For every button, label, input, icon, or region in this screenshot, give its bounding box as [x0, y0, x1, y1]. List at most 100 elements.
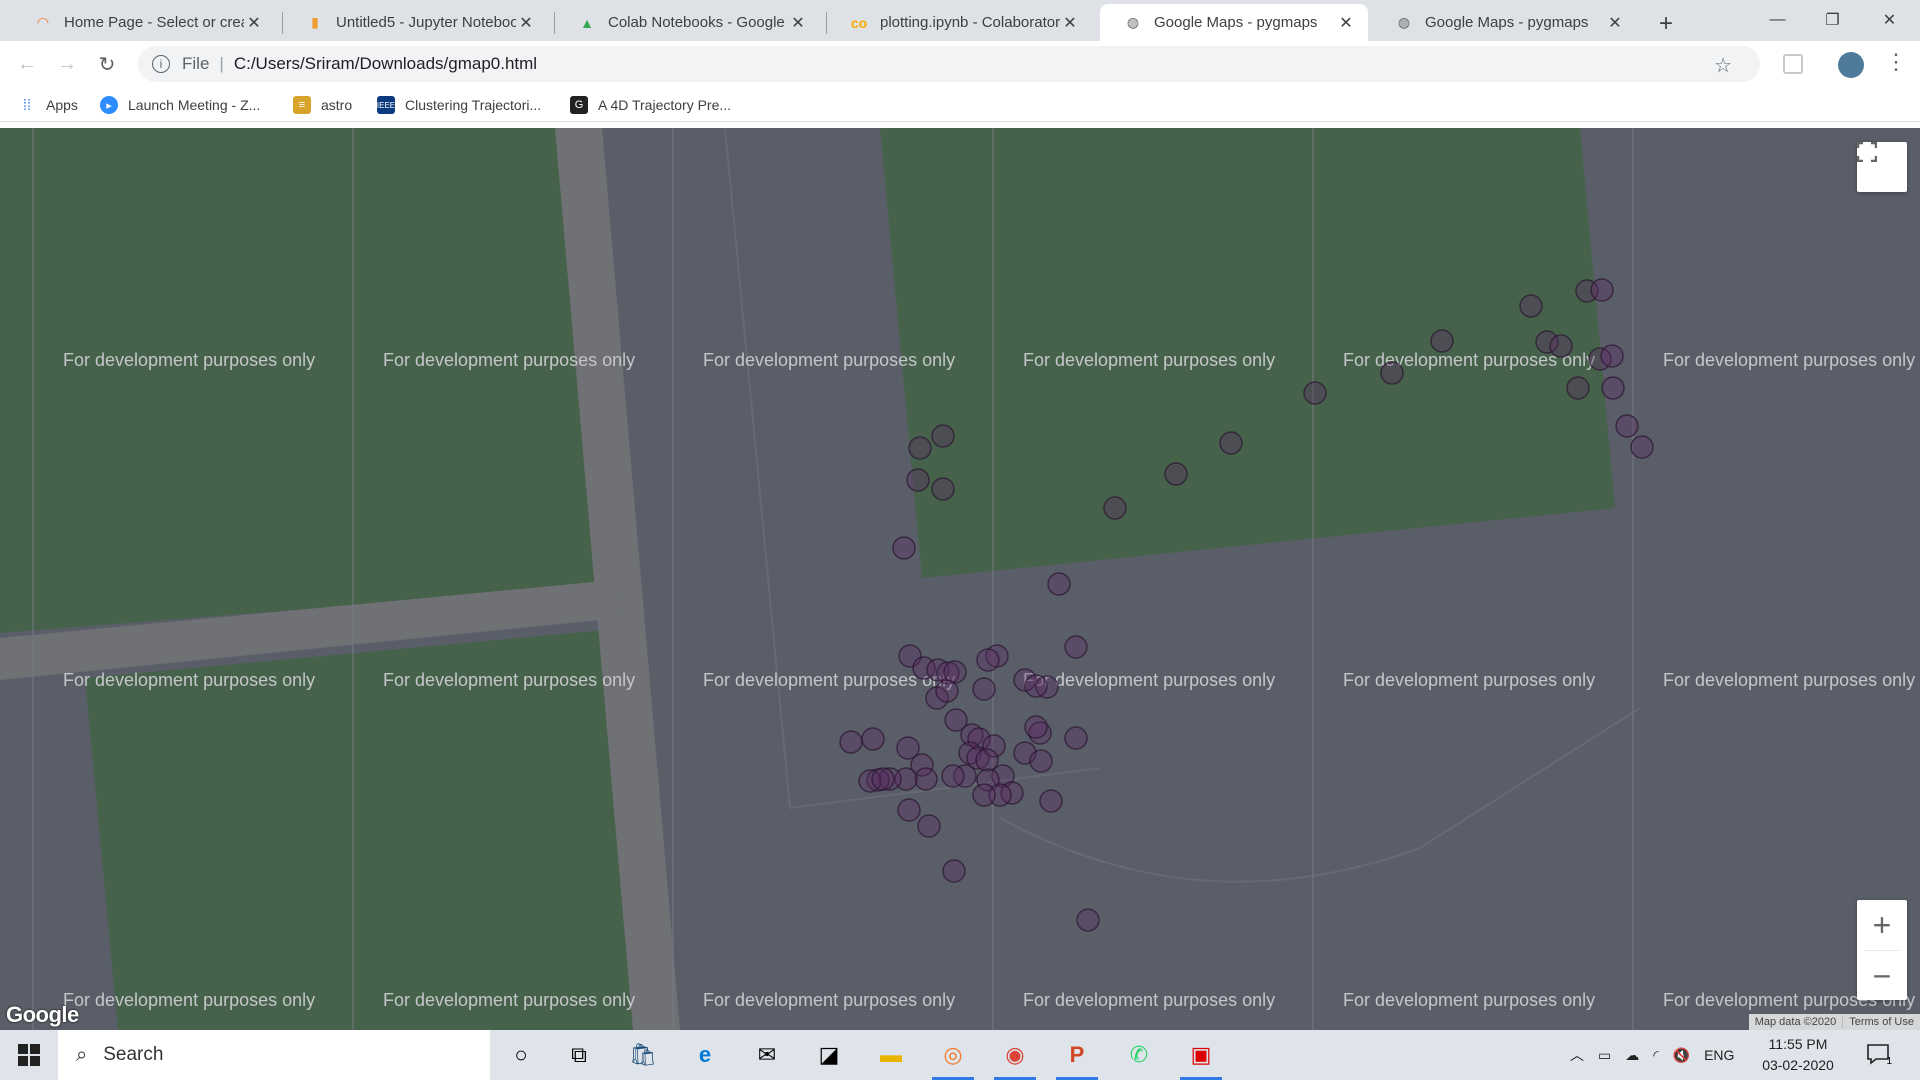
close-icon[interactable]: ✕	[788, 13, 808, 33]
map-marker[interactable]	[1219, 431, 1243, 455]
terms-link[interactable]: Terms of Use	[1842, 1016, 1920, 1028]
tab-google-maps-active[interactable]: ◍ Google Maps - pygmaps ✕	[1100, 4, 1368, 41]
map-marker[interactable]	[908, 436, 932, 460]
watermark-text: For development purposes only	[1023, 350, 1275, 370]
zoom-in-button[interactable]: +	[1857, 900, 1907, 950]
taskbar-search[interactable]: ⌕ Search	[58, 1030, 490, 1080]
map-marker[interactable]	[1164, 462, 1188, 486]
sticky-notes-icon[interactable]: ◪	[800, 1030, 858, 1080]
store-icon[interactable]: 🛍	[614, 1030, 672, 1080]
address-bar[interactable]: i File | C:/Users/Sriram/Downloads/gmap0…	[138, 46, 1760, 82]
bookmark-apps[interactable]: ⁞⁞ Apps	[18, 94, 78, 116]
cortana-icon[interactable]: ○	[492, 1030, 550, 1080]
map-marker[interactable]	[1549, 334, 1573, 358]
wifi-icon[interactable]: ◜	[1653, 1047, 1658, 1064]
jupyter-app-icon[interactable]: ◎	[924, 1030, 982, 1080]
back-button[interactable]: ←	[12, 49, 42, 79]
map-marker[interactable]	[972, 783, 996, 807]
extension-icon[interactable]	[1783, 54, 1803, 74]
map-marker[interactable]	[1064, 726, 1088, 750]
more-menu-icon[interactable]: ⋮	[1885, 49, 1907, 75]
bookmark-clustering[interactable]: IEEE Clustering Trajectori...	[377, 94, 541, 116]
map-marker[interactable]	[839, 730, 863, 754]
fullscreen-button[interactable]	[1857, 142, 1907, 192]
map-marker[interactable]	[1303, 381, 1327, 405]
bookmark-4d-trajectory[interactable]: G A 4D Trajectory Pre...	[570, 94, 731, 116]
tab-plotting[interactable]: co plotting.ipynb - Colaboratory ✕	[826, 4, 1092, 41]
map-marker[interactable]	[1601, 376, 1625, 400]
whatsapp-icon[interactable]: ✆	[1110, 1030, 1168, 1080]
map-marker[interactable]	[942, 859, 966, 883]
map-marker[interactable]	[1630, 435, 1654, 459]
start-button[interactable]	[0, 1030, 58, 1080]
onedrive-icon[interactable]: ☁	[1625, 1047, 1639, 1064]
chevron-up-icon[interactable]: ︿	[1570, 1045, 1584, 1065]
notification-icon[interactable]: 1	[1866, 1043, 1892, 1067]
task-view-icon[interactable]: ⧉	[550, 1030, 608, 1080]
map-marker[interactable]	[1380, 361, 1404, 385]
tab-home-page[interactable]: ◠ Home Page - Select or create ✕	[10, 4, 276, 41]
map-marker[interactable]	[1103, 496, 1127, 520]
map-marker[interactable]	[1076, 908, 1100, 932]
map-marker[interactable]	[976, 648, 1000, 672]
reload-button[interactable]: ↻	[92, 49, 122, 79]
mail-icon[interactable]: ✉	[738, 1030, 796, 1080]
close-icon[interactable]: ✕	[244, 13, 264, 33]
map-marker[interactable]	[1039, 789, 1063, 813]
google-logo[interactable]: Google	[6, 1002, 79, 1028]
map-marker[interactable]	[861, 727, 885, 751]
volume-muted-icon[interactable]: 🔇	[1673, 1047, 1690, 1064]
minimize-button[interactable]: —	[1750, 0, 1805, 40]
map-marker[interactable]	[906, 468, 930, 492]
map-marker[interactable]	[1615, 414, 1639, 438]
map-marker[interactable]	[917, 814, 941, 838]
map-marker[interactable]	[1430, 329, 1454, 353]
edge-icon[interactable]: e	[676, 1030, 734, 1080]
close-icon[interactable]: ✕	[516, 13, 536, 33]
avatar[interactable]	[1838, 52, 1864, 78]
tab-colab-notebooks[interactable]: ▲ Colab Notebooks - Google D ✕	[554, 4, 820, 41]
battery-icon[interactable]: ▭	[1598, 1047, 1611, 1064]
close-icon[interactable]: ✕	[1060, 13, 1080, 33]
map-marker[interactable]	[1566, 376, 1590, 400]
map-marker[interactable]	[1519, 294, 1543, 318]
close-window-button[interactable]: ✕	[1862, 0, 1917, 40]
forward-button[interactable]: →	[52, 49, 82, 79]
restore-button[interactable]: ❐	[1805, 0, 1860, 40]
map-marker[interactable]	[871, 767, 895, 791]
new-tab-button[interactable]: +	[1650, 8, 1682, 40]
map-marker[interactable]	[931, 424, 955, 448]
chrome-icon[interactable]: ◉	[986, 1030, 1044, 1080]
map-marker[interactable]	[1029, 749, 1053, 773]
close-icon[interactable]: ✕	[1605, 13, 1625, 33]
map-marker[interactable]	[931, 477, 955, 501]
acrobat-icon[interactable]: ▣	[1172, 1030, 1230, 1080]
language-indicator[interactable]: ENG	[1704, 1047, 1734, 1063]
map-marker[interactable]	[1064, 635, 1088, 659]
map-marker[interactable]	[914, 767, 938, 791]
close-icon[interactable]: ✕	[1336, 13, 1356, 33]
map-marker[interactable]	[897, 798, 921, 822]
map-marker[interactable]	[935, 679, 959, 703]
bookmark-star-icon[interactable]: ☆	[1714, 53, 1732, 78]
file-explorer-icon[interactable]: ▬	[862, 1030, 920, 1080]
map-marker[interactable]	[1590, 278, 1614, 302]
info-icon[interactable]: i	[152, 55, 170, 73]
tab-strip: ◠ Home Page - Select or create ✕ ▮ Untit…	[0, 0, 1920, 41]
powerpoint-icon[interactable]: P	[1048, 1030, 1106, 1080]
map-marker[interactable]	[1600, 344, 1624, 368]
map-marker[interactable]	[1047, 572, 1071, 596]
map-marker[interactable]	[972, 677, 996, 701]
tab-untitled5[interactable]: ▮ Untitled5 - Jupyter Notebook ✕	[282, 4, 548, 41]
map-marker[interactable]	[1024, 715, 1048, 739]
map-marker[interactable]	[892, 536, 916, 560]
bookmark-launch-meeting[interactable]: ▸ Launch Meeting - Z...	[100, 94, 260, 116]
zoom-out-button[interactable]: −	[1857, 951, 1907, 1001]
bookmark-astro[interactable]: ≡ astro	[293, 94, 352, 116]
map-marker[interactable]	[941, 764, 965, 788]
map-marker[interactable]	[1024, 674, 1048, 698]
search-placeholder: Search	[103, 1044, 164, 1065]
tab-google-maps[interactable]: ◍ Google Maps - pygmaps ✕	[1371, 4, 1637, 41]
clock[interactable]: 11:55 PM 03-02-2020	[1758, 1034, 1838, 1076]
map-canvas[interactable]: For development purposes only For develop…	[0, 128, 1920, 1030]
